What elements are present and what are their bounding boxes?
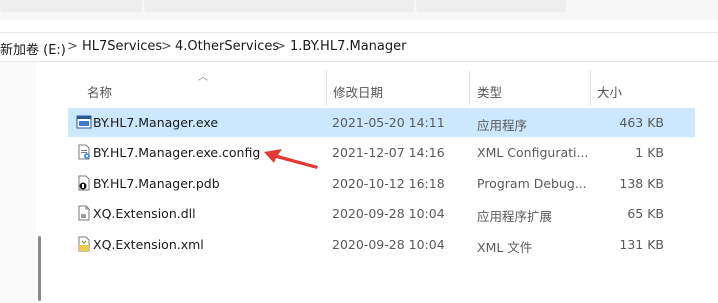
breadcrumb-separator[interactable]: > bbox=[67, 39, 78, 54]
file-row[interactable]: BY.HL7.Manager.exe.config 2021-12-07 14:… bbox=[68, 138, 695, 167]
file-row[interactable]: BY.HL7.Manager.pdb 2020-10-12 16:18 Prog… bbox=[68, 169, 695, 198]
exe-icon bbox=[76, 115, 92, 129]
file-size: 138 KB bbox=[619, 176, 664, 191]
column-divider[interactable] bbox=[590, 71, 591, 105]
file-name: XQ.Extension.xml bbox=[93, 237, 204, 252]
file-date: 2020-10-12 16:18 bbox=[332, 176, 445, 191]
navigation-scrollbar[interactable] bbox=[38, 236, 41, 301]
file-row[interactable]: XQ.Extension.xml 2020-09-28 10:04 XML 文件… bbox=[68, 230, 695, 259]
breadcrumb-separator[interactable]: > bbox=[275, 39, 286, 54]
annotation-arrow-icon bbox=[264, 149, 318, 169]
file-row[interactable]: BY.HL7.Manager.exe 2021-05-20 14:11 应用程序… bbox=[68, 108, 695, 137]
breadcrumb-separator[interactable]: > bbox=[161, 39, 172, 54]
toolbar-strip bbox=[0, 0, 718, 20]
dll-file-icon bbox=[78, 205, 90, 221]
column-divider[interactable] bbox=[326, 71, 327, 105]
breadcrumb-drive[interactable]: 新加卷 (E:) bbox=[0, 39, 66, 58]
file-date: 2020-09-28 10:04 bbox=[332, 237, 445, 252]
file-name: BY.HL7.Manager.exe.config bbox=[93, 145, 261, 160]
file-date: 2021-12-07 14:16 bbox=[332, 145, 445, 160]
file-type: XML 文件 bbox=[477, 240, 533, 255]
file-type: 应用程序 bbox=[477, 118, 528, 133]
file-size: 131 KB bbox=[619, 237, 664, 252]
file-type: 应用程序扩展 bbox=[477, 209, 553, 224]
file-name: XQ.Extension.dll bbox=[93, 206, 196, 221]
column-header-date[interactable]: 修改日期 bbox=[333, 82, 383, 101]
column-header-type[interactable]: 类型 bbox=[477, 82, 502, 101]
xml-file-icon bbox=[78, 236, 90, 252]
sort-ascending-icon: ︿ bbox=[198, 72, 208, 83]
pdb-file-icon bbox=[78, 175, 90, 191]
address-bar[interactable]: 新加卷 (E:) > HL7Services > 4.OtherServices… bbox=[0, 32, 718, 62]
file-name: BY.HL7.Manager.pdb bbox=[93, 176, 220, 191]
toolbar-segment bbox=[0, 0, 142, 12]
file-name: BY.HL7.Manager.exe bbox=[93, 115, 219, 130]
breadcrumb-otherservices[interactable]: 4.OtherServices bbox=[175, 39, 279, 54]
navigation-pane[interactable] bbox=[0, 62, 36, 303]
file-row[interactable]: XQ.Extension.dll 2020-09-28 10:04 应用程序扩展… bbox=[68, 199, 695, 228]
breadcrumb-current-folder[interactable]: 1.BY.HL7.Manager bbox=[290, 39, 406, 54]
column-divider[interactable] bbox=[469, 71, 470, 105]
breadcrumb-hl7services[interactable]: HL7Services bbox=[82, 39, 162, 54]
toolbar-segment bbox=[416, 0, 566, 12]
column-header-name[interactable]: 名称 bbox=[87, 82, 112, 101]
file-type: Program Debug... bbox=[477, 176, 587, 191]
file-size: 463 KB bbox=[619, 115, 664, 130]
toolbar-segment bbox=[144, 0, 414, 12]
column-header-size[interactable]: 大小 bbox=[597, 82, 622, 101]
file-date: 2020-09-28 10:04 bbox=[332, 206, 445, 221]
file-size: 65 KB bbox=[627, 206, 664, 221]
file-date: 2021-05-20 14:11 bbox=[332, 115, 445, 130]
config-file-icon bbox=[78, 144, 90, 160]
file-size: 1 KB bbox=[635, 145, 664, 160]
file-type: XML Configurati... bbox=[477, 145, 589, 160]
